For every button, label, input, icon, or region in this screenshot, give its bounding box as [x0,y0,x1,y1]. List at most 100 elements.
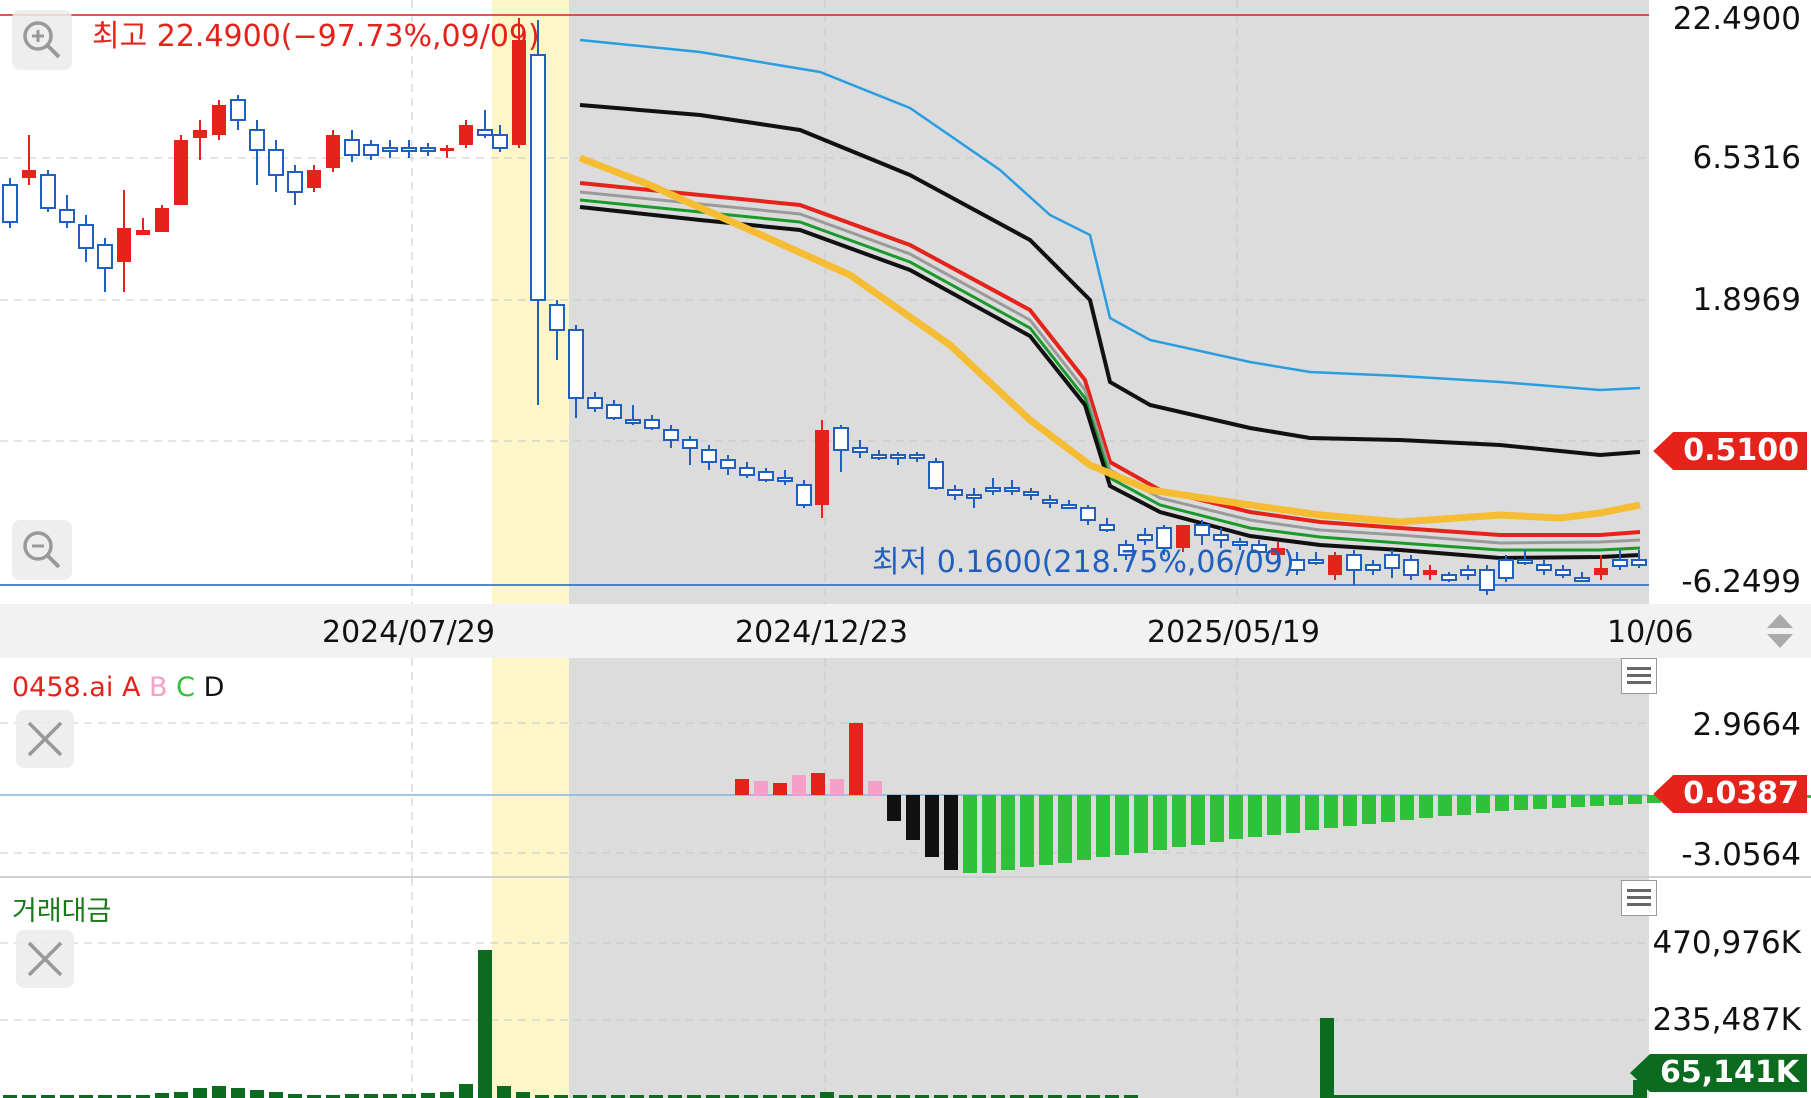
candle [382,140,398,158]
volume-title: 거래대금 [12,896,112,927]
candle [174,135,188,205]
current-price-badge: 0.5100 [1653,432,1807,470]
oscillator-bar [1400,795,1414,820]
oscillator-bar [849,723,863,795]
oscillator-bar [1039,795,1053,865]
zoom-in-button[interactable] [12,10,72,70]
price-chart-canvas[interactable] [0,0,1811,604]
volume-canvas [0,878,1649,1098]
oscillator-bar [1457,795,1471,815]
oscillator-bar [754,781,768,795]
volume-bar [402,1094,416,1098]
oscillator-bar [1020,795,1034,867]
candle [815,420,829,518]
low-price-label: 최저 0.1600(218.75%,06/09) [872,545,1295,580]
volume-axis-label: 470,976K [1652,925,1801,961]
price-chart-panel[interactable]: 최고 22.4900(−97.73%,09/09) 최저 0.1600(218.… [0,0,1811,604]
close-volume-button[interactable] [16,930,74,988]
candle [230,95,246,130]
volume-bar [440,1092,454,1098]
volume-bar [231,1088,245,1098]
close-indicator-button[interactable] [16,710,74,768]
candle [1498,555,1514,582]
candle [401,140,417,158]
candle [22,135,36,185]
volume-bar [193,1088,207,1098]
zoom-out-button[interactable] [12,520,72,580]
candle [1479,565,1495,595]
date-label: 2024/07/29 [322,615,495,650]
candle [363,140,379,160]
oscillator-bar [982,795,996,873]
price-axis-label: 6.5316 [1692,140,1801,176]
candle [117,190,131,292]
volume-bar [345,1094,359,1098]
candle [307,165,321,192]
indicator-menu-button[interactable] [1621,658,1657,694]
oscillator-bar [1286,795,1300,833]
candle [796,480,812,508]
zoom-in-icon [23,21,61,59]
volume-value-badge: 65,141K [1629,1054,1807,1092]
oscillator-bar [1153,795,1167,850]
candle [344,130,360,162]
candle [459,120,473,148]
candle [40,170,56,212]
oscillator-bar [887,795,901,821]
price-axis-label: -6.2499 [1681,564,1801,600]
candle [59,195,75,228]
volume-bar [516,1092,530,1098]
legend-b: B [149,672,168,703]
oscillator-bar [1552,795,1566,808]
high-price-label: 최고 22.4900(−97.73%,09/09) [92,19,540,54]
volume-bar [212,1086,226,1098]
candle [420,143,436,156]
oscillator-bar [811,773,825,795]
indicator-axis-label: 2.9664 [1692,707,1801,743]
volume-panel[interactable]: 거래대금 470,976K 235,487K 65,141K [0,878,1811,1098]
oscillator-bar [735,779,749,795]
oscillator-bar [1229,795,1243,839]
volume-menu-button[interactable] [1621,880,1657,916]
close-icon [27,721,63,757]
scroll-updown-icon[interactable] [1763,610,1797,652]
oscillator-bar [1191,795,1205,845]
candle [440,145,454,158]
volume-bar [155,1093,169,1098]
volume-bar [174,1092,188,1098]
candle [212,100,226,140]
oscillator-bar [868,781,882,795]
oscillator-bar [963,795,977,873]
candle [136,218,150,235]
oscillator-bar [1248,795,1262,837]
menu-icon [1627,667,1651,684]
legend-a: A [121,672,141,703]
candle [268,140,284,192]
candle [78,215,94,262]
legend-d: D [203,672,225,703]
indicator-name: 0458.ai [12,672,114,703]
oscillator-bar [1343,795,1357,826]
volume-bar [478,950,492,1098]
oscillator-bar [1305,795,1319,830]
indicator-panel[interactable]: 0458.ai A B C D 2.9664 -3.0564 0.0387 [0,658,1811,878]
volume-bar [250,1090,264,1098]
menu-icon [1627,889,1651,906]
candle [155,205,169,232]
oscillator-bar [1514,795,1528,810]
date-label: 2025/05/19 [1147,615,1320,650]
oscillator-bar [1476,795,1490,813]
oscillator-bar [1362,795,1376,824]
oscillator-bar [925,795,939,857]
volume-bar [421,1093,435,1098]
candle [193,120,207,160]
oscillator-bar [1533,795,1547,809]
oscillator-bar [1115,795,1129,855]
volume-bar [1320,1018,1334,1098]
volume-bar [364,1094,378,1098]
volume-axis-label: 235,487K [1652,1002,1801,1038]
candle [249,120,265,185]
oscillator-bar [1096,795,1110,857]
oscillator-bar [1381,795,1395,822]
oscillator-bar [1324,795,1338,828]
